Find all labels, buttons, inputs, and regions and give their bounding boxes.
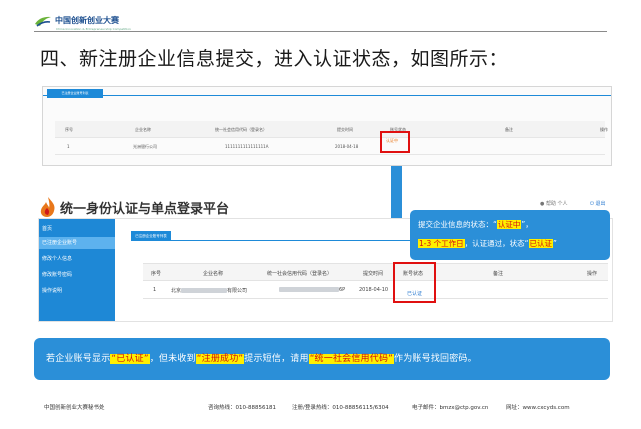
footer-email: 电子邮件：bmzx@ctp.gov.cn: [412, 405, 489, 411]
column-header: 备注: [493, 271, 504, 277]
footer-org: 中国创新创业大赛秘书处: [44, 405, 105, 411]
column-header: 企业名称: [135, 127, 151, 132]
callout-text: 提交企业信息的状态：“: [418, 220, 497, 229]
callout-text: ”: [553, 239, 557, 248]
header-divider: [34, 31, 607, 32]
column-header: 统一社会信用代码（登录名）: [267, 271, 333, 277]
callout-text: ，认证通过，状态“: [464, 239, 529, 248]
callout-line-1: 提交企业信息的状态：“认证中”，: [418, 219, 533, 230]
notice-highlight: “统一社会信用代码”: [308, 354, 395, 364]
notice-text: 若企业账号显示“已认证”，但未收到“注册成功”提示短信，请用“统一社会信用代码”…: [46, 351, 477, 364]
account-list-screenshot: 已注册企业账号列表 序号 企业名称 统一社会信用代码（登录名） 提交时间 账号状…: [42, 86, 612, 166]
notice-text-part: ，但未收到: [149, 354, 196, 364]
callout-text: ”，: [521, 220, 533, 229]
table-header-row: 序号 企业名称 统一社会信用代码（登录名） 提交时间 账号状态 备注 操作: [55, 121, 608, 138]
column-header: 备注: [505, 127, 513, 132]
callout-highlight: 1-3 个工作日: [418, 239, 465, 248]
sidebar-item-home[interactable]: 首页: [39, 223, 115, 235]
column-header: 企业名称: [203, 271, 224, 277]
table-header-row: 序号 企业名称 统一社会信用代码（登录名） 提交时间 账号状态 备注 操作: [143, 263, 608, 281]
submit-date: 2018-04-10: [359, 287, 389, 293]
column-header: 序号: [151, 271, 162, 277]
column-header: 操作: [587, 271, 598, 277]
column-header: 提交时间: [337, 127, 353, 132]
company-name-suffix: 有限公司: [227, 288, 248, 294]
callout-highlight: 认证中: [496, 220, 522, 229]
callout-line-2: 1-3 个工作日，认证通过，状态“已认证”: [418, 238, 557, 249]
notice-banner: 若企业账号显示“已认证”，但未收到“注册成功”提示短信，请用“统一社会信用代码”…: [34, 338, 610, 380]
company-name: 北京 有限公司: [171, 287, 247, 294]
table-row[interactable]: 1 光洲银行公司 1111111111111111A 2018-04-18: [55, 138, 605, 155]
company-name: 光洲银行公司: [133, 144, 157, 149]
credit-code: 6P: [279, 287, 345, 293]
footer-register-hotline: 注册/登录热线：010-88856115/6304: [292, 405, 389, 411]
status-verifying: 认证中: [386, 138, 398, 143]
account-table: 序号 企业名称 统一社会信用代码（登录名） 提交时间 账号状态 备注 操作 1 …: [143, 263, 608, 299]
sidebar-item-registered-accounts[interactable]: 已注册企业账号: [39, 237, 115, 249]
callout-highlight: 已认证: [528, 239, 554, 248]
notice-text-part: 若企业账号显示: [46, 354, 111, 364]
status-callout: 提交企业信息的状态：“认证中”， 1-3 个工作日，认证通过，状态“已认证”: [410, 210, 610, 260]
page-heading: 四、新注册企业信息提交，进入认证状态，如图所示：: [40, 48, 509, 70]
tab-underline: [43, 95, 611, 96]
sidebar-item-instructions[interactable]: 操作说明: [39, 285, 115, 297]
notice-text-part: 提示短信，请用: [244, 354, 309, 364]
flame-logo-icon: [40, 197, 55, 217]
row-index: 1: [67, 144, 70, 149]
column-header: 统一社会信用代码（登录名）: [215, 127, 267, 132]
logo: 中国创新创业大赛 China Innovation & Entrepreneur…: [34, 10, 131, 32]
row-index: 1: [153, 287, 157, 293]
footer-website: 网址：www.cxcyds.com: [506, 405, 570, 411]
competition-logo-icon: [35, 16, 51, 27]
column-header: 操作: [600, 127, 608, 132]
logo-text: 中国创新创业大赛: [55, 16, 119, 25]
sidebar-item-edit-profile[interactable]: 修改个人信息: [39, 253, 115, 265]
account-table: 序号 企业名称 统一社会信用代码（登录名） 提交时间 账号状态 备注 操作 1 …: [55, 121, 608, 155]
redacted-text: [279, 287, 339, 292]
column-header: 序号: [65, 127, 73, 132]
sidebar-item-change-password[interactable]: 修改账号密码: [39, 269, 115, 281]
status-verified: 已认证: [407, 291, 423, 297]
table-row[interactable]: 1 北京 有限公司 6P 2018-04-10: [143, 281, 608, 299]
credit-code-suffix: 6P: [339, 287, 346, 293]
submit-date: 2018-04-18: [335, 144, 359, 149]
logout-link[interactable]: ⏻ 退出: [590, 200, 606, 207]
notice-highlight: “注册成功”: [195, 354, 245, 364]
redacted-text: [181, 288, 228, 293]
credit-code: 1111111111111111A: [225, 144, 269, 149]
notice-text-part: 作为账号找回密码。: [394, 354, 477, 364]
sidebar: 首页 已注册企业账号 修改个人信息 修改账号密码 操作说明: [39, 219, 115, 321]
company-name-prefix: 北京: [171, 288, 182, 294]
account-list-tab[interactable]: 已注册企业账号列表: [47, 89, 103, 98]
help-links[interactable]: ● 帮助 个人: [540, 200, 568, 207]
notice-highlight: “已认证”: [110, 354, 150, 364]
footer-hotline: 咨询热线：010-88856181: [208, 405, 276, 411]
column-header: 提交时间: [363, 271, 384, 277]
platform-title: 统一身份认证与单点登录平台: [60, 202, 230, 217]
